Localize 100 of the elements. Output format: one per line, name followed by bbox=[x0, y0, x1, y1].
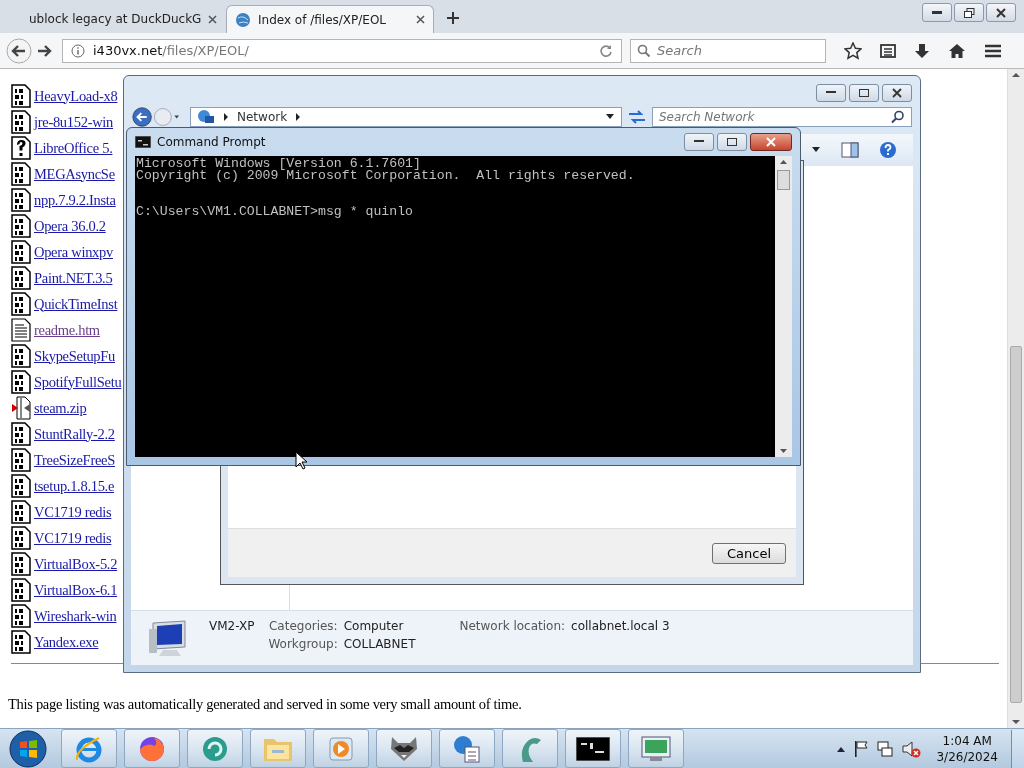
preview-pane-icon[interactable] bbox=[841, 142, 859, 158]
close-icon bbox=[996, 7, 1006, 18]
binary-file-icon bbox=[11, 266, 31, 290]
unknown-file-icon bbox=[11, 136, 31, 160]
chevron-icon bbox=[223, 113, 229, 121]
globe-checklist-icon bbox=[452, 733, 482, 764]
binary-file-icon bbox=[11, 214, 31, 238]
file-link[interactable]: TreeSizeFreeS bbox=[34, 451, 115, 469]
cancel-button[interactable]: Cancel bbox=[711, 542, 786, 564]
binary-file-icon bbox=[11, 110, 31, 134]
binary-file-icon bbox=[11, 292, 31, 316]
file-link[interactable]: steam.zip bbox=[34, 399, 87, 417]
window-title: Command Prompt bbox=[157, 135, 266, 149]
restore-icon bbox=[963, 7, 975, 18]
binary-file-icon bbox=[11, 448, 31, 472]
file-link[interactable]: Paint.NET.3.5 bbox=[34, 269, 113, 287]
maximize-button[interactable] bbox=[849, 84, 879, 102]
console-icon bbox=[135, 136, 151, 148]
file-link[interactable]: Yandex.exe bbox=[34, 633, 99, 651]
scrollbar[interactable] bbox=[1007, 69, 1024, 728]
taskbar-button[interactable] bbox=[565, 729, 621, 768]
home-icon[interactable] bbox=[948, 42, 966, 59]
file-link[interactable]: VC1719 redis bbox=[34, 503, 112, 521]
file-link[interactable]: QuickTimeInst bbox=[34, 295, 118, 313]
binary-file-icon bbox=[11, 84, 31, 108]
file-link[interactable]: VC1719 redis bbox=[34, 529, 112, 547]
file-link[interactable]: VirtualBox-5.2 bbox=[34, 555, 118, 573]
show-desktop-button[interactable] bbox=[1011, 729, 1024, 768]
file-link[interactable]: Opera 36.0.2 bbox=[34, 217, 106, 235]
address-bar[interactable]: i430vx.net/files/XP/EOL/ bbox=[62, 38, 622, 63]
maximize-icon bbox=[859, 89, 869, 97]
file-link[interactable]: SpotifyFullSetu bbox=[34, 373, 122, 391]
scroll-thumb[interactable] bbox=[777, 170, 790, 190]
page-footer-text: This page listing was automatically generated and served in some very small amount of time. bbox=[8, 696, 523, 713]
computer-name: VM2-XP bbox=[209, 619, 255, 633]
speaker-muted-icon[interactable] bbox=[901, 739, 922, 758]
address-bar[interactable]: Network bbox=[190, 107, 622, 127]
console-line: Copyright (c) 2009 Microsoft Corporation. All rights reserved. bbox=[136, 170, 636, 182]
close-icon[interactable] bbox=[208, 14, 218, 24]
binary-file-icon bbox=[11, 526, 31, 550]
minimize-button[interactable] bbox=[922, 3, 952, 22]
minimize-icon bbox=[826, 91, 836, 95]
file-link[interactable]: MEGAsyncSe bbox=[34, 165, 115, 183]
maximize-button[interactable] bbox=[717, 133, 747, 151]
maximize-icon bbox=[727, 138, 737, 146]
dropdown-icon[interactable] bbox=[811, 147, 821, 153]
minimize-icon bbox=[694, 140, 704, 144]
browser-tab[interactable]: Index of /files/XP/EOL bbox=[226, 5, 434, 33]
download-icon[interactable] bbox=[914, 42, 930, 59]
minimize-button[interactable] bbox=[816, 84, 846, 102]
file-link[interactable]: VirtualBox-6.1 bbox=[34, 581, 118, 599]
text-file-icon bbox=[11, 318, 31, 342]
start-button[interactable] bbox=[8, 728, 48, 768]
dropdown-icon[interactable] bbox=[605, 114, 615, 120]
console-line: Microsoft Windows [Version 6.1.7601] bbox=[136, 158, 421, 170]
binary-file-icon bbox=[11, 240, 31, 264]
detail-value: Computer bbox=[343, 619, 405, 633]
scrollbar[interactable] bbox=[775, 156, 792, 457]
close-icon[interactable] bbox=[416, 15, 425, 24]
file-link[interactable]: SkypeSetupFu bbox=[34, 347, 115, 365]
detail-label: Network location: bbox=[459, 619, 566, 633]
network-status-icon[interactable] bbox=[876, 739, 895, 758]
search-field[interactable]: Search Network bbox=[652, 107, 912, 127]
binary-file-icon bbox=[11, 188, 31, 212]
star-icon[interactable] bbox=[844, 41, 862, 60]
binary-file-icon bbox=[11, 604, 31, 628]
close-button[interactable] bbox=[986, 3, 1016, 22]
file-link[interactable]: npp.7.9.2.Insta bbox=[34, 191, 116, 209]
minimize-button[interactable] bbox=[684, 133, 714, 151]
help-icon[interactable] bbox=[879, 141, 897, 159]
file-link[interactable]: jre-8u152-win bbox=[34, 113, 114, 131]
reading-list-icon[interactable] bbox=[880, 42, 896, 59]
browser-tab[interactable]: ublock legacy at DuckDuckG bbox=[14, 5, 222, 33]
close-button[interactable] bbox=[750, 133, 792, 151]
raccoon-icon bbox=[388, 734, 420, 763]
taskbar-button[interactable] bbox=[376, 729, 432, 768]
detail-label: Workgroup: bbox=[268, 637, 338, 651]
file-link[interactable]: Wireshark-win bbox=[34, 607, 117, 625]
new-tab-icon[interactable] bbox=[446, 11, 460, 25]
archive-file-icon bbox=[11, 396, 31, 420]
binary-file-icon bbox=[11, 500, 31, 524]
file-link[interactable]: StuntRally-2.2 bbox=[34, 425, 115, 443]
refresh-icon[interactable] bbox=[626, 108, 648, 126]
clock[interactable]: 1:04 AM 3/26/2024 bbox=[936, 732, 998, 765]
menu-icon[interactable] bbox=[984, 42, 1002, 59]
binary-file-icon bbox=[11, 474, 31, 498]
monitor-icon bbox=[640, 734, 672, 763]
file-link[interactable]: LibreOffice 5. bbox=[34, 139, 113, 157]
file-link[interactable]: Opera winxpv bbox=[34, 243, 113, 261]
close-icon bbox=[892, 88, 902, 98]
file-link[interactable]: HeavyLoad-x8 bbox=[34, 87, 118, 105]
search-field[interactable]: Search bbox=[630, 38, 826, 63]
restore-button[interactable] bbox=[954, 3, 984, 22]
file-link[interactable]: tsetup.1.8.15.e bbox=[34, 477, 115, 495]
flag-icon[interactable] bbox=[853, 739, 870, 758]
close-button[interactable] bbox=[882, 84, 912, 102]
reload-icon[interactable] bbox=[599, 43, 613, 58]
binary-file-icon bbox=[11, 162, 31, 186]
search-icon bbox=[891, 110, 905, 124]
file-link[interactable]: readme.htm bbox=[34, 321, 100, 339]
